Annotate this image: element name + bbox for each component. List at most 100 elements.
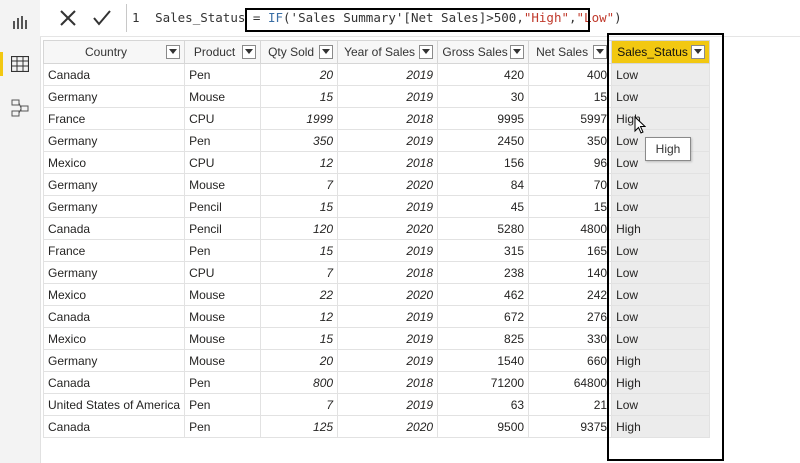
cell-year-of-sales[interactable]: 2019 [337, 63, 439, 86]
cell-product[interactable]: Pen [184, 393, 262, 416]
cell-product[interactable]: CPU [184, 261, 262, 284]
cell-product[interactable]: CPU [184, 151, 262, 174]
cell-qty-sold[interactable]: 125 [260, 415, 339, 438]
cell-gross-sales[interactable]: 63 [437, 393, 530, 416]
filter-dropdown-icon[interactable] [593, 45, 608, 59]
cell-gross-sales[interactable]: 156 [437, 151, 530, 174]
cell-qty-sold[interactable]: 1999 [260, 107, 339, 130]
cell-country[interactable]: Germany [42, 195, 186, 218]
cell-product[interactable]: Mouse [184, 327, 262, 350]
cell-gross-sales[interactable]: 30 [437, 85, 530, 108]
column-header-qty-sold[interactable]: Qty Sold [260, 40, 339, 64]
cell-qty-sold[interactable]: 12 [260, 151, 339, 174]
cell-country[interactable]: Mexico [42, 327, 186, 350]
cell-net-sales[interactable]: 242 [528, 283, 613, 306]
cell-qty-sold[interactable]: 350 [260, 129, 339, 152]
check-icon[interactable] [90, 6, 114, 30]
cell-country[interactable]: France [42, 107, 186, 130]
cell-net-sales[interactable]: 350 [528, 129, 613, 152]
cell-year-of-sales[interactable]: 2018 [337, 261, 439, 284]
cell-net-sales[interactable]: 70 [528, 173, 613, 196]
filter-dropdown-icon[interactable] [166, 45, 181, 59]
cell-qty-sold[interactable]: 15 [260, 327, 339, 350]
cell-gross-sales[interactable]: 420 [437, 63, 530, 86]
cell-product[interactable]: Pen [184, 129, 262, 152]
cell-qty-sold[interactable]: 7 [260, 393, 339, 416]
cell-gross-sales[interactable]: 84 [437, 173, 530, 196]
cell-year-of-sales[interactable]: 2019 [337, 195, 439, 218]
cell-year-of-sales[interactable]: 2018 [337, 151, 439, 174]
cell-gross-sales[interactable]: 672 [437, 305, 530, 328]
cell-country[interactable]: Canada [42, 371, 186, 394]
cell-net-sales[interactable]: 15 [528, 85, 613, 108]
column-header-gross-sales[interactable]: Gross Sales [437, 40, 530, 64]
column-header-product[interactable]: Product [184, 40, 262, 64]
cell-net-sales[interactable]: 140 [528, 261, 613, 284]
cell-product[interactable]: CPU [184, 107, 262, 130]
cell-product[interactable]: Pencil [184, 217, 262, 240]
cell-country[interactable]: Canada [42, 217, 186, 240]
cell-year-of-sales[interactable]: 2019 [337, 349, 439, 372]
filter-dropdown-icon[interactable] [242, 45, 257, 59]
cell-year-of-sales[interactable]: 2019 [337, 129, 439, 152]
cell-country[interactable]: Germany [42, 85, 186, 108]
cell-product[interactable]: Mouse [184, 305, 262, 328]
cell-net-sales[interactable]: 660 [528, 349, 613, 372]
cell-qty-sold[interactable]: 20 [260, 349, 339, 372]
cell-gross-sales[interactable]: 45 [437, 195, 530, 218]
column-header-year-of-sales[interactable]: Year of Sales [337, 40, 439, 64]
cell-net-sales[interactable]: 330 [528, 327, 613, 350]
cell-gross-sales[interactable]: 9995 [437, 107, 530, 130]
cell-product[interactable]: Mouse [184, 349, 262, 372]
cell-qty-sold[interactable]: 15 [260, 195, 339, 218]
cell-qty-sold[interactable]: 7 [260, 173, 339, 196]
cell-net-sales[interactable]: 64800 [528, 371, 613, 394]
cell-country[interactable]: Germany [42, 349, 186, 372]
cell-qty-sold[interactable]: 7 [260, 261, 339, 284]
cell-country[interactable]: Mexico [42, 283, 186, 306]
cell-year-of-sales[interactable]: 2020 [337, 217, 439, 240]
cell-country[interactable]: Germany [42, 173, 186, 196]
cell-year-of-sales[interactable]: 2020 [337, 415, 439, 438]
cell-qty-sold[interactable]: 15 [260, 239, 339, 262]
cell-product[interactable]: Pen [184, 63, 262, 86]
cell-net-sales[interactable]: 276 [528, 305, 613, 328]
cell-year-of-sales[interactable]: 2019 [337, 393, 439, 416]
cell-gross-sales[interactable]: 315 [437, 239, 530, 262]
cell-gross-sales[interactable]: 1540 [437, 349, 530, 372]
cell-year-of-sales[interactable]: 2020 [337, 173, 439, 196]
cell-qty-sold[interactable]: 22 [260, 283, 339, 306]
cell-year-of-sales[interactable]: 2018 [337, 371, 439, 394]
cell-net-sales[interactable]: 96 [528, 151, 613, 174]
cell-year-of-sales[interactable]: 2019 [337, 239, 439, 262]
cell-country[interactable]: Germany [42, 261, 186, 284]
cell-net-sales[interactable]: 15 [528, 195, 613, 218]
cell-net-sales[interactable]: 21 [528, 393, 613, 416]
cell-country[interactable]: France [42, 239, 186, 262]
cell-country[interactable]: Mexico [42, 151, 186, 174]
cell-country[interactable]: Canada [42, 63, 186, 86]
cell-year-of-sales[interactable]: 2018 [337, 107, 439, 130]
cell-country[interactable]: Canada [42, 415, 186, 438]
x-icon[interactable] [56, 6, 80, 30]
cell-year-of-sales[interactable]: 2019 [337, 327, 439, 350]
cell-country[interactable]: Germany [42, 129, 186, 152]
column-header-net-sales[interactable]: Net Sales [528, 40, 613, 64]
cell-product[interactable]: Pen [184, 415, 262, 438]
cell-gross-sales[interactable]: 71200 [437, 371, 530, 394]
cell-gross-sales[interactable]: 238 [437, 261, 530, 284]
column-header-country[interactable]: Country [42, 40, 186, 64]
cell-product[interactable]: Pen [184, 239, 262, 262]
cell-year-of-sales[interactable]: 2019 [337, 305, 439, 328]
cell-net-sales[interactable]: 9375 [528, 415, 613, 438]
cell-product[interactable]: Mouse [184, 173, 262, 196]
cell-gross-sales[interactable]: 462 [437, 283, 530, 306]
cell-net-sales[interactable]: 400 [528, 63, 613, 86]
cell-year-of-sales[interactable]: 2019 [337, 85, 439, 108]
cell-gross-sales[interactable]: 825 [437, 327, 530, 350]
cell-qty-sold[interactable]: 20 [260, 63, 339, 86]
cell-country[interactable]: United States of America [42, 393, 186, 416]
cell-product[interactable]: Pencil [184, 195, 262, 218]
cell-gross-sales[interactable]: 2450 [437, 129, 530, 152]
filter-dropdown-icon[interactable] [419, 45, 434, 59]
